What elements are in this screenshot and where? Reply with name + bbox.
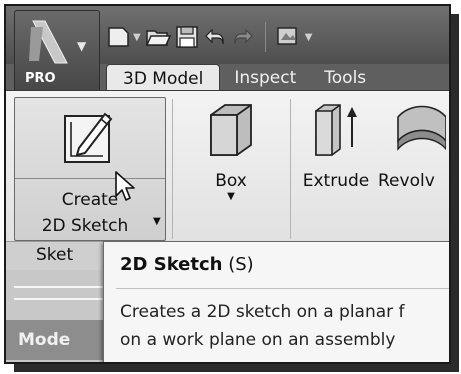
tooltip-title: 2D Sketch (S) [120, 254, 254, 275]
toolbar-divider [264, 22, 266, 52]
appearance-icon [277, 27, 297, 45]
chevron-down-icon[interactable]: ▼ [196, 191, 266, 202]
app-edition-badge: PRO [25, 71, 56, 86]
tooltip-2d-sketch: 2D Sketch (S) Creates a 2D sketch on a p… [103, 241, 449, 362]
sketch-panel-label: Sket [36, 245, 74, 265]
tab-tools[interactable]: Tools [310, 64, 380, 92]
revolve-label: Revolv [378, 171, 435, 191]
redo-icon [233, 28, 253, 45]
split-button-divider [15, 178, 165, 179]
title-bar: ▼ PRO ▼ ▼ 3D Model Inspect Tools [6, 6, 449, 93]
box-label: Box [215, 171, 247, 191]
tooltip-description-line1: Creates a 2D sketch on a planar f [120, 302, 405, 322]
create-2d-sketch-button[interactable]: Create 2D Sketch ▼ [14, 97, 166, 241]
tooltip-shortcut: (S) [228, 254, 254, 275]
undo-icon [204, 28, 224, 45]
2d-sketch-label: 2D Sketch [41, 216, 129, 236]
chevron-down-icon: ▼ [77, 39, 87, 53]
appearance-button[interactable]: ▼ [276, 25, 313, 49]
chevron-down-icon: ▼ [133, 31, 141, 43]
redo-button[interactable] [231, 25, 255, 49]
panel-grip [14, 286, 114, 300]
extrude-label: Extrude [302, 171, 370, 191]
inventor-window: ▼ PRO ▼ ▼ 3D Model Inspect Tools Create … [4, 4, 451, 364]
tab-inspect[interactable]: Inspect [220, 64, 310, 92]
extrude-icon [315, 104, 357, 156]
save-button[interactable] [175, 25, 199, 49]
undo-button[interactable] [203, 25, 227, 49]
open-button[interactable] [145, 25, 171, 49]
tooltip-command-name: 2D Sketch [120, 254, 223, 275]
inventor-logo-icon [29, 20, 68, 64]
panel-divider [172, 99, 173, 239]
extrude-button[interactable]: Extrude [296, 97, 376, 191]
box-icon [210, 104, 252, 156]
box-button[interactable]: Box ▼ [196, 97, 266, 202]
chevron-down-icon: ▼ [304, 31, 313, 43]
save-icon [175, 26, 198, 48]
quick-access-toolbar: ▼ ▼ [106, 20, 312, 54]
application-menu-button[interactable]: ▼ PRO [14, 10, 100, 92]
revolve-button[interactable]: Revolv [378, 97, 449, 191]
new-file-icon [108, 27, 129, 47]
new-file-button[interactable]: ▼ [106, 25, 141, 49]
chevron-down-icon[interactable]: ▼ [153, 216, 161, 227]
create-sketch-icon [64, 112, 113, 163]
model-browser-label: Mode [18, 330, 71, 350]
create-label: Create [61, 190, 119, 210]
ribbon-tabs: 3D Model Inspect Tools [106, 64, 380, 93]
tooltip-description-line2: on a work plane on an assembly [120, 330, 396, 350]
tooltip-divider [116, 288, 449, 289]
revolve-icon [397, 105, 447, 151]
panel-divider [290, 99, 291, 239]
tab-3d-model[interactable]: 3D Model [106, 64, 221, 93]
mouse-cursor-icon [115, 171, 135, 201]
open-folder-icon [145, 30, 171, 46]
